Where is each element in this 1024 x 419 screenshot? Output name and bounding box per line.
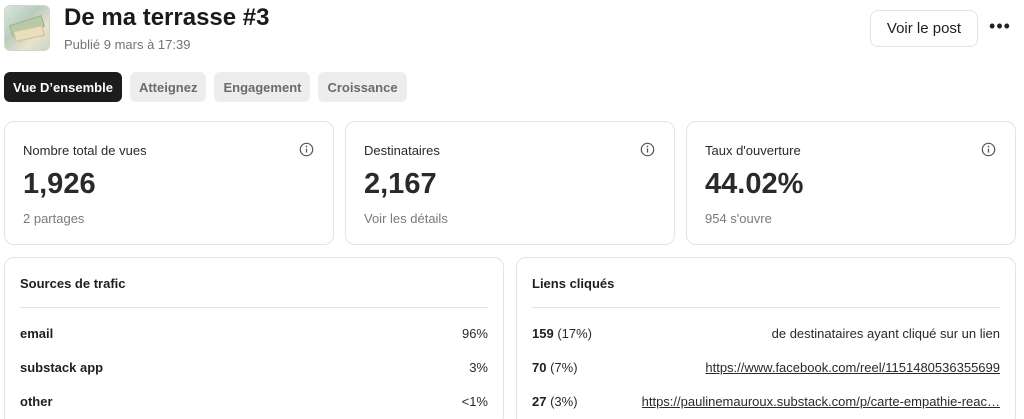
list-item: 27 (3%) https://paulinemauroux.substack.… bbox=[532, 391, 1000, 411]
tab-growth[interactable]: Croissance bbox=[318, 72, 407, 102]
click-count: 159 bbox=[532, 325, 554, 341]
stat-card-recipients: Destinataires 2,167 Voir les détails bbox=[345, 121, 675, 245]
tab-engagement[interactable]: Engagement bbox=[214, 72, 311, 102]
info-icon[interactable] bbox=[299, 142, 314, 157]
clicked-link-description: de destinataires ayant cliqué sur un lie… bbox=[771, 325, 1000, 341]
list-item: 70 (7%) https://www.facebook.com/reel/11… bbox=[532, 357, 1000, 377]
view-details-link[interactable]: Voir les détails bbox=[364, 211, 448, 226]
traffic-sources-panel: Sources de trafic email 96% substack app… bbox=[4, 257, 504, 419]
panel-title: Sources de trafic bbox=[20, 276, 126, 291]
clicked-links-panel: Liens cliqués 159 (17%) de destinataires… bbox=[516, 257, 1016, 419]
stat-value: 1,926 bbox=[23, 168, 96, 200]
click-count: 27 bbox=[532, 393, 547, 409]
more-options-icon[interactable]: ••• bbox=[986, 12, 1014, 40]
stat-card-open-rate: Taux d'ouverture 44.02% 954 s'ouvre bbox=[686, 121, 1016, 245]
post-thumbnail[interactable] bbox=[4, 5, 50, 51]
click-percent: (17%) bbox=[557, 325, 593, 341]
panel-title: Liens cliqués bbox=[532, 276, 615, 291]
publish-date: Publié 9 mars à 17:39 bbox=[64, 37, 191, 52]
traffic-source-percent: 3% bbox=[469, 359, 488, 375]
traffic-source-name: substack app bbox=[20, 359, 104, 375]
view-post-button[interactable]: Voir le post bbox=[870, 10, 978, 47]
divider bbox=[532, 307, 1000, 308]
clicked-link-url[interactable]: https://www.facebook.com/reel/1151480536… bbox=[705, 360, 1000, 375]
traffic-source-percent: <1% bbox=[461, 393, 488, 409]
page-title: De ma terrasse #3 bbox=[64, 4, 270, 31]
click-percent: (7%) bbox=[550, 359, 578, 375]
clicked-link-url[interactable]: https://paulinemauroux.substack.com/p/ca… bbox=[642, 394, 1000, 409]
traffic-source-name: email bbox=[20, 325, 54, 341]
stat-card-total-views: Nombre total de vues 1,926 2 partages bbox=[4, 121, 334, 245]
list-item: email 96% bbox=[20, 323, 488, 343]
divider bbox=[20, 307, 488, 308]
list-item: 159 (17%) de destinataires ayant cliqué … bbox=[532, 323, 1000, 343]
info-icon[interactable] bbox=[640, 142, 655, 157]
list-item: substack app 3% bbox=[20, 357, 488, 377]
post-header: De ma terrasse #3 Publié 9 mars à 17:39 … bbox=[0, 0, 1024, 64]
stat-label: Nombre total de vues bbox=[23, 143, 147, 158]
stat-value: 2,167 bbox=[364, 168, 437, 200]
stat-subtext: 2 partages bbox=[23, 211, 85, 226]
traffic-source-percent: 96% bbox=[461, 325, 488, 341]
list-item: other <1% bbox=[20, 391, 488, 411]
stat-label: Destinataires bbox=[364, 143, 440, 158]
tab-reach[interactable]: Atteignez bbox=[129, 72, 207, 102]
traffic-source-name: other bbox=[20, 393, 53, 409]
click-percent: (3%) bbox=[550, 393, 578, 409]
stat-label: Taux d'ouverture bbox=[705, 143, 801, 158]
tab-bar: Vue D’ensemble Atteignez Engagement Croi… bbox=[4, 72, 407, 102]
info-icon[interactable] bbox=[981, 142, 996, 157]
stat-value: 44.02% bbox=[705, 168, 804, 200]
tab-overview[interactable]: Vue D’ensemble bbox=[4, 72, 122, 102]
stat-subtext: 954 s'ouvre bbox=[705, 211, 772, 226]
click-count: 70 bbox=[532, 359, 547, 375]
